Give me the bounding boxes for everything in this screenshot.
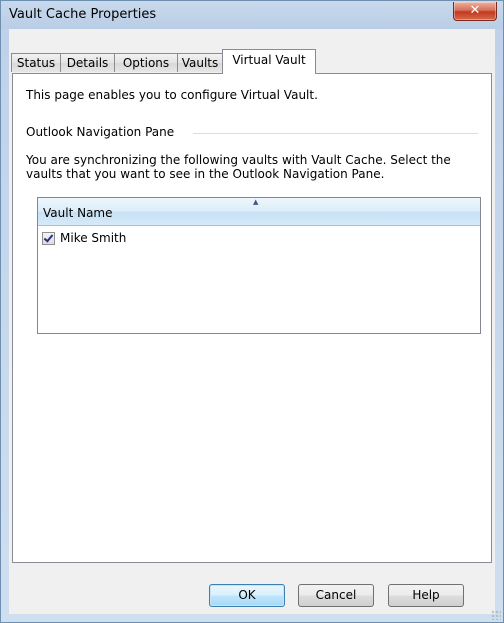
intro-text: This page enables you to configure Virtu… xyxy=(26,88,318,102)
ok-button[interactable]: OK xyxy=(209,584,285,607)
dialog-client-area: Status Details Options Vaults Virtual Va… xyxy=(9,29,495,614)
title-bar[interactable]: Vault Cache Properties ✕ xyxy=(1,1,503,28)
vault-list[interactable]: ▲ Vault Name Mike Smith xyxy=(37,197,481,334)
tab-details[interactable]: Details xyxy=(60,53,115,72)
column-header-vault-name[interactable]: ▲ Vault Name xyxy=(38,198,480,226)
cancel-button[interactable]: Cancel xyxy=(298,584,374,607)
tab-virtual-vault[interactable]: Virtual Vault xyxy=(222,49,316,74)
tab-options[interactable]: Options xyxy=(114,53,178,72)
close-icon: ✕ xyxy=(469,3,481,18)
properties-dialog: Vault Cache Properties ✕ Status Details … xyxy=(0,0,504,623)
description-text: You are synchronizing the following vaul… xyxy=(26,153,451,181)
vault-checkbox[interactable] xyxy=(42,232,55,245)
resize-grip[interactable] xyxy=(491,610,501,620)
tab-page-virtual-vault: This page enables you to configure Virtu… xyxy=(12,73,492,563)
window-title: Vault Cache Properties xyxy=(9,7,157,22)
sort-ascending-icon: ▲ xyxy=(253,198,259,206)
tab-status[interactable]: Status xyxy=(11,53,61,72)
group-divider xyxy=(193,133,478,134)
close-button[interactable]: ✕ xyxy=(453,2,497,21)
column-header-label: Vault Name xyxy=(43,206,113,220)
tab-vaults[interactable]: Vaults xyxy=(177,53,223,72)
list-item-label: Mike Smith xyxy=(60,231,127,245)
help-button[interactable]: Help xyxy=(388,584,464,607)
group-label-outlook-navigation-pane: Outlook Navigation Pane xyxy=(26,125,179,139)
